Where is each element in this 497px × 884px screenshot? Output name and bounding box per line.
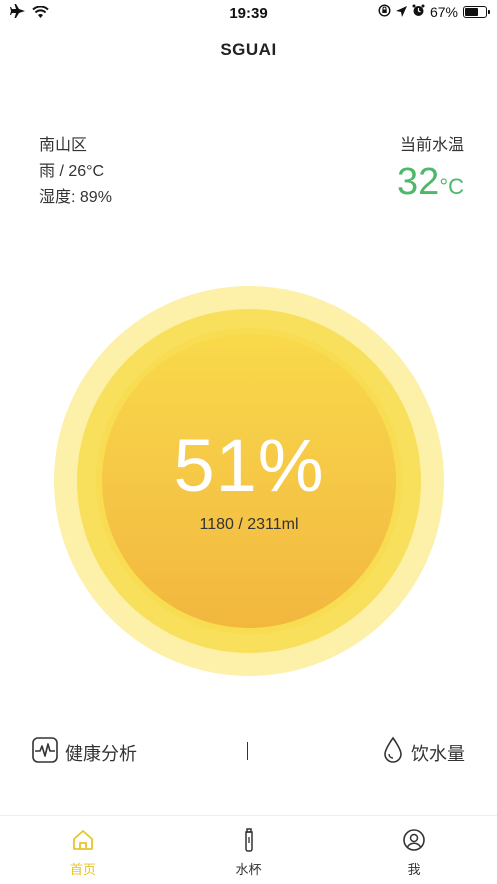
user-icon: [402, 828, 426, 859]
tab-cup[interactable]: 水杯: [166, 816, 332, 884]
battery-fill: [465, 8, 478, 16]
intake-percent: 51%: [173, 424, 325, 507]
tab-home[interactable]: 首页: [0, 816, 166, 884]
bottle-icon: [237, 828, 261, 859]
weather-condition: 雨 / 26°C: [39, 163, 105, 180]
intake-gauge[interactable]: 51% 1180 / 2311ml: [54, 286, 444, 676]
health-analysis-button[interactable]: 健康分析: [31, 736, 137, 769]
water-temp-label: 当前水温: [399, 137, 464, 154]
weather-info: 南山区 雨 / 26°C 湿度: 89%: [39, 133, 112, 211]
tab-home-label: 首页: [69, 862, 96, 877]
tab-cup-label: 水杯: [235, 862, 262, 877]
battery-percent: 67%: [429, 4, 458, 20]
action-row: 健康分析 饮水量: [0, 732, 497, 772]
heartbeat-icon: [31, 736, 59, 769]
water-temp-unit: °C: [439, 174, 464, 199]
battery-icon: [463, 6, 490, 18]
water-temperature: 当前水温 32°C: [397, 133, 464, 204]
water-drop-icon: [383, 736, 403, 769]
tab-bar: 首页 水杯 我: [0, 815, 497, 884]
tab-me-label: 我: [407, 862, 421, 877]
action-divider: [247, 742, 248, 760]
water-temp-value: 32: [397, 161, 440, 203]
health-analysis-label: 健康分析: [65, 743, 137, 764]
page-title: SGUAI: [220, 40, 277, 59]
status-bar: 19:39 67%: [0, 0, 497, 28]
lock-rotation-icon: [378, 4, 391, 20]
water-intake-label: 饮水量: [411, 743, 465, 764]
alarm-icon: [412, 4, 425, 20]
humidity-label: 湿度: 89%: [39, 189, 112, 206]
tab-me[interactable]: 我: [331, 816, 497, 884]
district-label: 南山区: [39, 137, 88, 154]
water-intake-button[interactable]: 饮水量: [383, 736, 465, 769]
home-icon: [71, 828, 95, 859]
intake-amount: 1180 / 2311ml: [199, 516, 299, 533]
location-icon: [395, 4, 407, 20]
